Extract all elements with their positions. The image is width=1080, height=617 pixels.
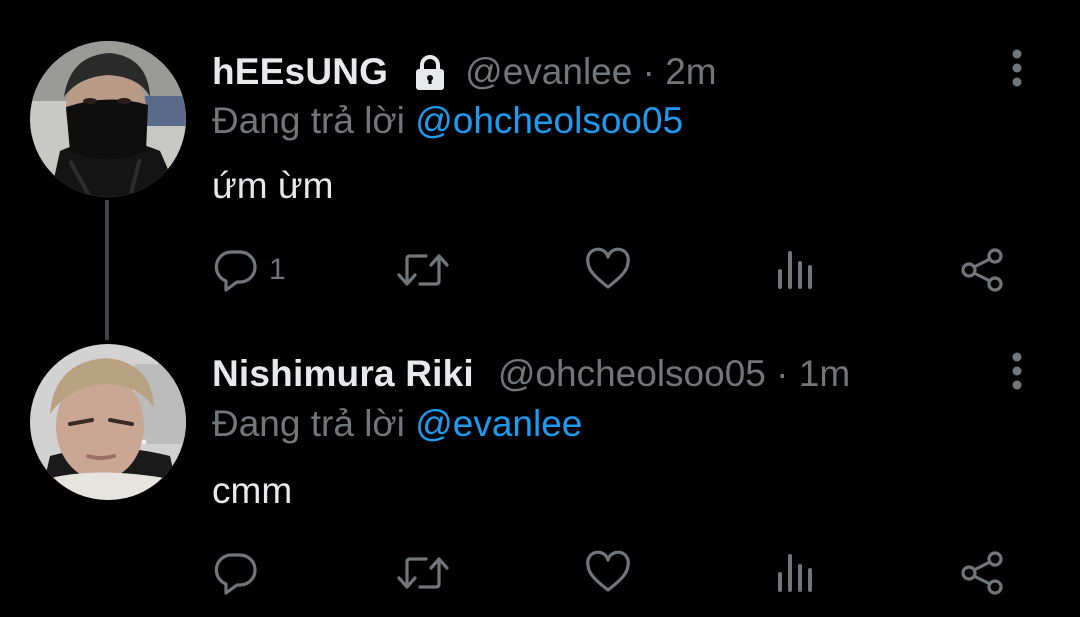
replying-to: Đang trả lời @ohcheolsoo05 bbox=[212, 100, 683, 142]
tweet-header: Nishimura Riki @ohcheolsoo05 · 1m bbox=[212, 350, 850, 398]
replying-to-label: Đang trả lời bbox=[212, 100, 416, 141]
share-icon bbox=[960, 247, 1006, 293]
reply-thread: hEEsUNG @evanlee · 2m Đang trả lời @ohch… bbox=[0, 0, 1080, 617]
handle-and-time[interactable]: @ohcheolsoo05 · 1m bbox=[498, 353, 850, 395]
tweet[interactable]: hEEsUNG @evanlee · 2m Đang trả lời @ohch… bbox=[0, 0, 1080, 310]
replying-to-label: Đang trả lời bbox=[212, 403, 416, 444]
retweet-button[interactable] bbox=[396, 245, 450, 295]
tweet-actions: 1 bbox=[0, 245, 1080, 295]
retweet-icon bbox=[396, 550, 450, 596]
views-button[interactable] bbox=[775, 548, 815, 598]
like-button[interactable] bbox=[585, 548, 631, 598]
reply-icon bbox=[213, 550, 259, 596]
avatar[interactable] bbox=[30, 41, 186, 197]
tweet[interactable]: Nishimura Riki @ohcheolsoo05 · 1m Đang t… bbox=[0, 320, 1080, 617]
share-icon bbox=[960, 550, 1006, 596]
display-name[interactable]: Nishimura Riki bbox=[212, 353, 474, 395]
analytics-icon bbox=[775, 550, 815, 596]
reply-button[interactable] bbox=[213, 548, 269, 598]
avatar[interactable] bbox=[30, 344, 186, 500]
tweet-header: hEEsUNG @evanlee · 2m bbox=[212, 48, 717, 96]
more-options-icon[interactable] bbox=[1005, 48, 1029, 88]
like-button[interactable] bbox=[585, 245, 631, 295]
lock-icon bbox=[410, 52, 450, 92]
analytics-icon bbox=[775, 247, 815, 293]
tweet-text: cmm bbox=[212, 470, 293, 511]
reply-icon bbox=[213, 247, 259, 293]
share-button[interactable] bbox=[960, 548, 1006, 598]
heart-icon bbox=[585, 550, 631, 596]
reply-button[interactable]: 1 bbox=[213, 245, 286, 295]
mention-link[interactable]: @evanlee bbox=[415, 403, 582, 444]
handle-and-time[interactable]: @evanlee · 2m bbox=[465, 51, 716, 93]
retweet-button[interactable] bbox=[396, 548, 450, 598]
mention-link[interactable]: @ohcheolsoo05 bbox=[415, 100, 683, 141]
replying-to: Đang trả lời @evanlee bbox=[212, 403, 582, 445]
tweet-actions bbox=[0, 548, 1080, 598]
share-button[interactable] bbox=[960, 245, 1006, 295]
reply-count: 1 bbox=[269, 253, 286, 286]
tweet-text: ứm ừm bbox=[212, 165, 334, 206]
display-name[interactable]: hEEsUNG bbox=[212, 51, 388, 93]
retweet-icon bbox=[396, 247, 450, 293]
heart-icon bbox=[585, 247, 631, 293]
more-options-icon[interactable] bbox=[1005, 351, 1029, 391]
views-button[interactable] bbox=[775, 245, 815, 295]
